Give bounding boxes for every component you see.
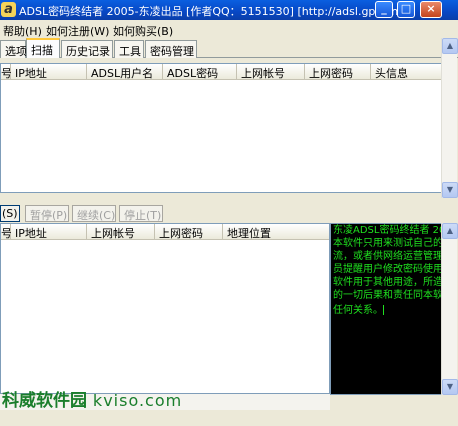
watermark: 科威软件园 kviso.com — [2, 386, 182, 411]
results-table[interactable]: 号 IP地址 ADSL用户名 ADSL密码 上网帐号 上网密码 头信息 — [0, 63, 442, 193]
menu-purchase[interactable]: 如何购买(B) — [113, 23, 173, 39]
watermark-url: kviso.com — [92, 391, 183, 410]
column-header-location[interactable]: 地理位置 — [223, 224, 329, 240]
console-line: 软件用于其他用途，所造 — [333, 277, 442, 288]
menu-help[interactable]: 帮助(H) — [3, 23, 42, 39]
column-header-account-password[interactable]: 上网密码 — [155, 224, 223, 240]
tab-tools[interactable]: 工具 — [114, 40, 144, 58]
console-line: 流，或者供网络运营管理 — [333, 251, 442, 262]
window-title: ADSL密码终结者 2005-东凌出品 [作者QQ：5151530] [http… — [19, 5, 414, 18]
resume-button[interactable]: 继续(C) — [72, 205, 116, 222]
log-console[interactable]: 东凌ADSL密码终结者 20 本软件只用来测试自己的 流，或者供网络运营管理 员… — [330, 223, 442, 395]
console-scrollbar[interactable]: ▲ ▼ — [441, 223, 458, 395]
tab-password-manager[interactable]: 密码管理 — [145, 40, 197, 58]
column-header-ip[interactable]: IP地址 — [11, 64, 87, 80]
app-icon: a — [1, 2, 16, 17]
console-line: 任何关系。 — [333, 305, 383, 316]
tab-bar: 选项 扫描 历史记录 工具 密码管理 — [0, 38, 458, 58]
scroll-down-icon[interactable]: ▼ — [442, 182, 458, 198]
maximize-button[interactable]: □ — [397, 1, 415, 18]
scroll-up-icon[interactable]: ▲ — [442, 223, 458, 239]
title-bar: a ADSL密码终结者 2005-东凌出品 [作者QQ：5151530] [ht… — [0, 0, 458, 20]
console-line: 东凌ADSL密码终结者 20 — [333, 225, 442, 236]
tab-history[interactable]: 历史记录 — [61, 40, 113, 58]
console-line: 本软件只用来测试自己的 — [333, 238, 442, 249]
column-header-no[interactable]: 号 — [1, 224, 12, 240]
column-header-adsl-user[interactable]: ADSL用户名 — [87, 64, 163, 80]
top-scrollbar[interactable]: ▲ ▼ — [441, 38, 458, 198]
stop-button[interactable]: 停止(T) — [119, 205, 163, 222]
pause-button[interactable]: 暂停(P) — [25, 205, 69, 222]
column-header-header-info[interactable]: 头信息 — [371, 64, 441, 80]
scroll-down-icon[interactable]: ▼ — [442, 379, 458, 395]
scan-list-table[interactable]: 号 IP地址 上网帐号 上网密码 地理位置 — [0, 223, 330, 394]
start-scan-button[interactable]: (S) — [0, 205, 20, 222]
column-header-account[interactable]: 上网帐号 — [237, 64, 305, 80]
close-button[interactable]: × — [420, 1, 442, 18]
menu-bar: 帮助(H) 如何注册(W) 如何购买(B) — [0, 20, 458, 38]
column-header-ip[interactable]: IP地址 — [11, 224, 87, 240]
tab-scan[interactable]: 扫描 — [26, 38, 60, 58]
watermark-text: 科威软件园 — [2, 391, 87, 411]
text-cursor — [383, 305, 384, 315]
scroll-up-icon[interactable]: ▲ — [442, 38, 458, 54]
console-line: 员提醒用户修改密码使用 — [333, 264, 442, 275]
menu-register[interactable]: 如何注册(W) — [46, 23, 109, 39]
minimize-button[interactable]: _ — [375, 1, 393, 18]
column-header-account[interactable]: 上网帐号 — [87, 224, 155, 240]
column-header-account-password[interactable]: 上网密码 — [305, 64, 371, 80]
tab-options[interactable]: 选项 — [0, 40, 27, 58]
status-bar — [0, 410, 458, 426]
console-line: 的一切后果和责任同本软 — [333, 290, 442, 301]
column-header-adsl-password[interactable]: ADSL密码 — [163, 64, 237, 80]
column-header-no[interactable]: 号 — [1, 64, 12, 80]
